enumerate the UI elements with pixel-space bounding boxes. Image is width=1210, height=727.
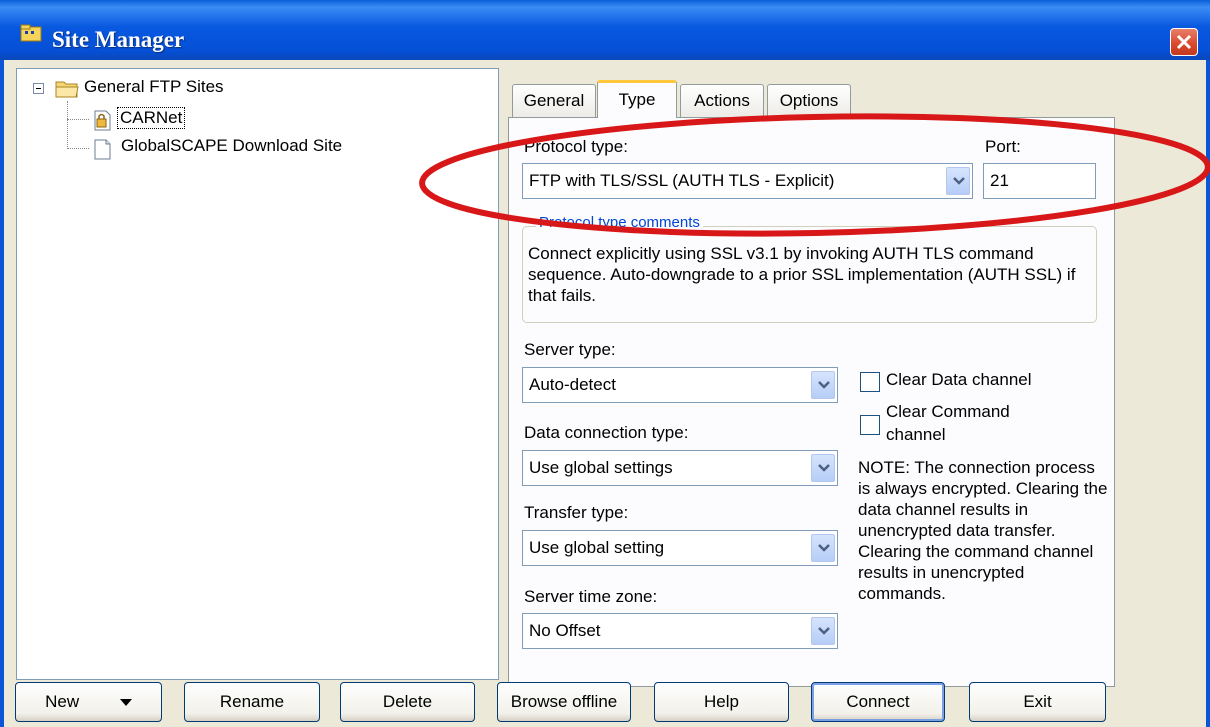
dropdown-button[interactable] xyxy=(946,167,970,195)
tab-options[interactable]: Options xyxy=(767,84,851,118)
port-label: Port: xyxy=(985,137,1021,156)
site-tree[interactable]: General FTP Sites CARNet GlobalSCAPE Dow… xyxy=(16,68,499,680)
site-document-icon xyxy=(94,139,111,160)
protocol-type-label: Protocol type: xyxy=(524,137,628,156)
tree-connector xyxy=(67,101,68,149)
encryption-note: NOTE: The connection process is always e… xyxy=(858,458,1108,603)
new-button-label: New xyxy=(45,692,80,711)
server-type-label: Server type: xyxy=(524,340,616,359)
data-connection-label: Data connection type: xyxy=(524,423,689,442)
folder-open-icon xyxy=(55,81,79,98)
chevron-down-icon xyxy=(953,177,965,185)
protocol-comments-title: Protocol type comments xyxy=(536,214,703,231)
clear-command-channel-label-1[interactable]: Clear Command xyxy=(886,402,1010,422)
protocol-type-select[interactable]: FTP with TLS/SSL (AUTH TLS - Explicit) xyxy=(522,163,973,199)
secure-site-icon xyxy=(94,110,111,131)
connect-button[interactable]: Connect xyxy=(811,682,945,722)
chevron-down-icon xyxy=(818,381,830,389)
new-button[interactable]: New xyxy=(15,682,162,722)
clear-data-channel-checkbox[interactable] xyxy=(860,372,880,392)
tree-connector xyxy=(67,119,89,120)
time-zone-label: Server time zone: xyxy=(524,587,658,606)
rename-button[interactable]: Rename xyxy=(184,682,320,722)
dropdown-button[interactable] xyxy=(811,454,835,482)
window-frame-right xyxy=(1206,60,1210,727)
transfer-type-select[interactable]: Use global setting xyxy=(522,530,838,566)
tab-type[interactable]: Type xyxy=(597,80,677,118)
site-manager-icon xyxy=(20,24,42,42)
clear-data-channel-label[interactable]: Clear Data channel xyxy=(886,370,1032,390)
close-button[interactable] xyxy=(1170,28,1198,56)
dropdown-button[interactable] xyxy=(811,617,835,645)
data-connection-select[interactable]: Use global settings xyxy=(522,450,838,486)
tree-item-globalscape[interactable]: GlobalSCAPE Download Site xyxy=(121,136,342,156)
help-button[interactable]: Help xyxy=(654,682,789,722)
server-type-value: Auto-detect xyxy=(529,375,616,394)
close-icon xyxy=(1176,34,1192,50)
clear-command-channel-checkbox[interactable] xyxy=(860,415,880,435)
tree-connector xyxy=(67,148,89,149)
exit-button[interactable]: Exit xyxy=(969,682,1106,722)
tree-item-carnet[interactable]: CARNet xyxy=(117,107,186,129)
title-bar[interactable]: Site Manager xyxy=(0,0,1210,60)
data-connection-value: Use global settings xyxy=(529,458,673,477)
chevron-down-icon xyxy=(818,464,830,472)
tab-actions[interactable]: Actions xyxy=(680,84,764,118)
dropdown-arrow-icon xyxy=(119,698,132,706)
browse-offline-button[interactable]: Browse offline xyxy=(497,682,631,722)
server-type-select[interactable]: Auto-detect xyxy=(522,367,838,403)
port-input[interactable]: 21 xyxy=(983,163,1096,199)
transfer-type-value: Use global setting xyxy=(529,538,665,557)
protocol-comments-text: Connect explicitly using SSL v3.1 by inv… xyxy=(528,244,1076,305)
window-title: Site Manager xyxy=(52,27,185,52)
chevron-down-icon xyxy=(818,627,830,635)
delete-button[interactable]: Delete xyxy=(340,682,475,722)
dropdown-button[interactable] xyxy=(811,371,835,399)
chevron-down-icon xyxy=(818,544,830,552)
dropdown-button[interactable] xyxy=(811,534,835,562)
clear-command-channel-label-2[interactable]: channel xyxy=(886,425,946,445)
time-zone-select[interactable]: No Offset xyxy=(522,613,838,649)
transfer-type-label: Transfer type: xyxy=(524,503,629,522)
window-frame-left xyxy=(0,60,4,727)
tree-root-label[interactable]: General FTP Sites xyxy=(84,77,224,97)
time-zone-value: No Offset xyxy=(529,621,601,640)
protocol-type-value: FTP with TLS/SSL (AUTH TLS - Explicit) xyxy=(529,171,835,190)
collapse-toggle-icon[interactable] xyxy=(33,83,44,94)
tab-general[interactable]: General xyxy=(512,84,596,118)
